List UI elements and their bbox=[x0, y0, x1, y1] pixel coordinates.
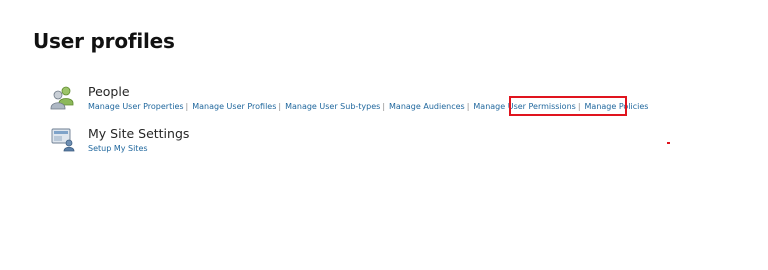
highlight-annotation-box bbox=[509, 96, 627, 116]
setup-my-sites-link[interactable]: Setup My Sites bbox=[88, 144, 148, 153]
link-separator: | bbox=[278, 102, 282, 111]
manage-audiences-link[interactable]: Manage Audiences bbox=[389, 102, 465, 111]
manage-user-properties-link[interactable]: Manage User Properties bbox=[88, 102, 184, 111]
page-title: User profiles bbox=[33, 29, 175, 53]
people-icon bbox=[50, 84, 76, 110]
manage-user-sub-types-link[interactable]: Manage User Sub-types bbox=[285, 102, 380, 111]
manage-user-profiles-link[interactable]: Manage User Profiles bbox=[192, 102, 276, 111]
link-separator: | bbox=[382, 102, 386, 111]
my-site-settings-heading[interactable]: My Site Settings bbox=[88, 126, 189, 142]
link-separator: | bbox=[185, 102, 189, 111]
my-site-settings-icon bbox=[50, 126, 76, 152]
my-site-settings-links: Setup My Sites bbox=[88, 143, 189, 155]
annotation-mark bbox=[667, 142, 670, 144]
